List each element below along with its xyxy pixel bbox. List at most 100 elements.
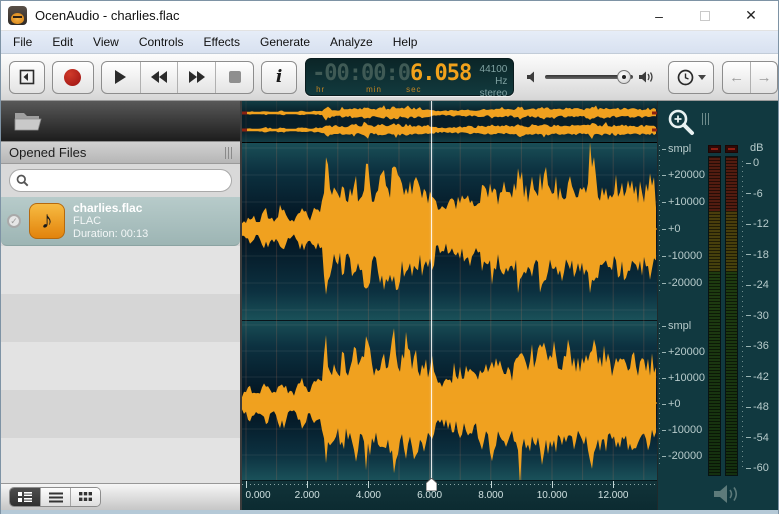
db-tick-label: -36 (746, 340, 769, 352)
time-tick-label: 6.000 (417, 490, 442, 501)
file-name: charlies.flac (73, 202, 148, 215)
grid-icon (79, 492, 92, 503)
menu-effects[interactable]: Effects (194, 31, 250, 53)
check-circle-icon: ✓ (7, 214, 21, 228)
stop-button[interactable] (215, 62, 253, 93)
waveform-channel-right[interactable] (242, 321, 657, 480)
nav-forward-button[interactable]: → (750, 62, 777, 93)
search-icon (16, 174, 29, 187)
stop-icon (229, 71, 241, 83)
maximize-icon (700, 11, 710, 21)
clip-indicator-right[interactable] (725, 145, 738, 153)
search-input[interactable] (29, 172, 231, 190)
amp-tick-label: -20000 (662, 450, 702, 462)
db-tick-label: -42 (746, 371, 769, 383)
view-mode-bar (1, 483, 240, 510)
menu-file[interactable]: File (3, 31, 42, 53)
speaker-low-icon (526, 70, 540, 84)
info-button[interactable]: i (261, 61, 297, 94)
amp-unit-label-ch2: smpl (662, 320, 691, 332)
chevron-down-icon (698, 75, 706, 80)
file-format: FLAC (73, 215, 148, 228)
level-meter-left (708, 156, 721, 476)
menu-analyze[interactable]: Analyze (320, 31, 383, 53)
menu-controls[interactable]: Controls (129, 31, 194, 53)
db-tick-label: -30 (746, 310, 769, 322)
time-format-button[interactable] (668, 61, 714, 94)
app-logo-icon (8, 6, 27, 25)
time-tick-label: 12.000 (598, 490, 629, 501)
transport-group (101, 61, 254, 94)
time-tick-label: 8.000 (478, 490, 503, 501)
panel-title: Opened Files (9, 145, 86, 160)
speaker-high-icon (638, 70, 656, 84)
menu-generate[interactable]: Generate (250, 31, 320, 53)
view-detailed-button[interactable] (10, 488, 40, 506)
panel-grip-icon[interactable] (225, 147, 232, 159)
file-list[interactable]: ✓ ♪ charlies.flac FLAC Duration: 00:13 (1, 197, 240, 483)
menu-bar: FileEditViewControlsEffectsGenerateAnaly… (1, 31, 778, 54)
level-meter-right (725, 156, 738, 476)
maximize-button[interactable] (694, 8, 716, 24)
minimize-button[interactable]: – (648, 8, 670, 24)
rewind-button[interactable] (140, 62, 178, 93)
record-button[interactable] (52, 61, 94, 94)
playhead-line[interactable] (431, 101, 432, 481)
time-digits-dim: -00:00:0 (312, 61, 410, 86)
file-item-charlies[interactable]: ✓ ♪ charlies.flac FLAC Duration: 00:13 (1, 197, 240, 246)
volume-slider-knob[interactable] (617, 70, 631, 84)
search-area (1, 164, 240, 197)
amp-tick-label: -10000 (662, 424, 702, 436)
menu-edit[interactable]: Edit (42, 31, 83, 53)
db-tick-label: -24 (746, 279, 769, 291)
amp-tick-label: -10000 (662, 250, 702, 262)
time-axis[interactable]: 0.0002.0004.0006.0008.00010.00012.000 (242, 480, 657, 510)
time-digits: -00:00:06.058 (312, 62, 471, 86)
app-window: OcenAudio - charlies.flac – ✕ FileEditVi… (0, 0, 779, 514)
menu-help[interactable]: Help (383, 31, 428, 53)
toolbar: i -00:00:06.058 44100 Hz stereo hr min s… (1, 54, 778, 101)
time-tick-label: 4.000 (356, 490, 381, 501)
channel-mode-label: stereo (471, 88, 507, 100)
amp-tick-label: +10000 (662, 372, 705, 384)
time-axis-dots (242, 484, 657, 485)
amp-unit-label-ch1: smpl (662, 143, 691, 155)
db-unit-label: dB (750, 142, 763, 154)
zoom-tool-icon[interactable] (665, 107, 697, 139)
panel-grip-icon-right[interactable] (702, 113, 709, 125)
right-panel: dB smpl+20000+10000+0-10000-20000smpl+20… (657, 101, 778, 510)
toggle-sidebar-button[interactable] (9, 61, 45, 94)
history-nav-group: ← → (722, 61, 778, 94)
waveform-area[interactable]: 0.0002.0004.0006.0008.00010.00012.000 (242, 101, 657, 510)
db-ruler (742, 161, 743, 469)
amp-tick-label: +20000 (662, 169, 705, 181)
play-button[interactable] (102, 62, 140, 93)
nav-back-button[interactable]: ← (723, 62, 750, 93)
time-digits-bright: 6.058 (410, 61, 471, 86)
view-list-button[interactable] (40, 488, 70, 506)
playhead-marker[interactable] (426, 478, 437, 491)
amp-tick-label: +0 (662, 223, 681, 235)
title-bar[interactable]: OcenAudio - charlies.flac – ✕ (1, 1, 778, 31)
rewind-icon (151, 71, 167, 83)
view-grid-button[interactable] (70, 488, 100, 506)
open-folder-icon (13, 109, 45, 133)
db-tick-label: -60 (746, 462, 769, 474)
time-tick (491, 481, 492, 488)
forward-button[interactable] (177, 62, 215, 93)
waveform-overview[interactable] (242, 101, 657, 143)
file-duration: Duration: 00:13 (73, 228, 148, 241)
db-tick-label: -6 (746, 188, 763, 200)
menu-view[interactable]: View (83, 31, 129, 53)
monitor-speaker-icon[interactable] (712, 483, 740, 505)
amp-tick-label: -20000 (662, 277, 702, 289)
close-button[interactable]: ✕ (740, 7, 762, 24)
time-display: -00:00:06.058 44100 Hz stereo hr min sec (305, 58, 514, 96)
time-tick (552, 481, 553, 488)
db-tick-label: -12 (746, 218, 769, 230)
clip-indicator-left[interactable] (708, 145, 721, 153)
volume-slider[interactable] (545, 75, 633, 79)
volume-control (526, 70, 656, 84)
panel-title-bar[interactable]: Opened Files (1, 141, 240, 164)
waveform-channel-left[interactable] (242, 143, 657, 321)
